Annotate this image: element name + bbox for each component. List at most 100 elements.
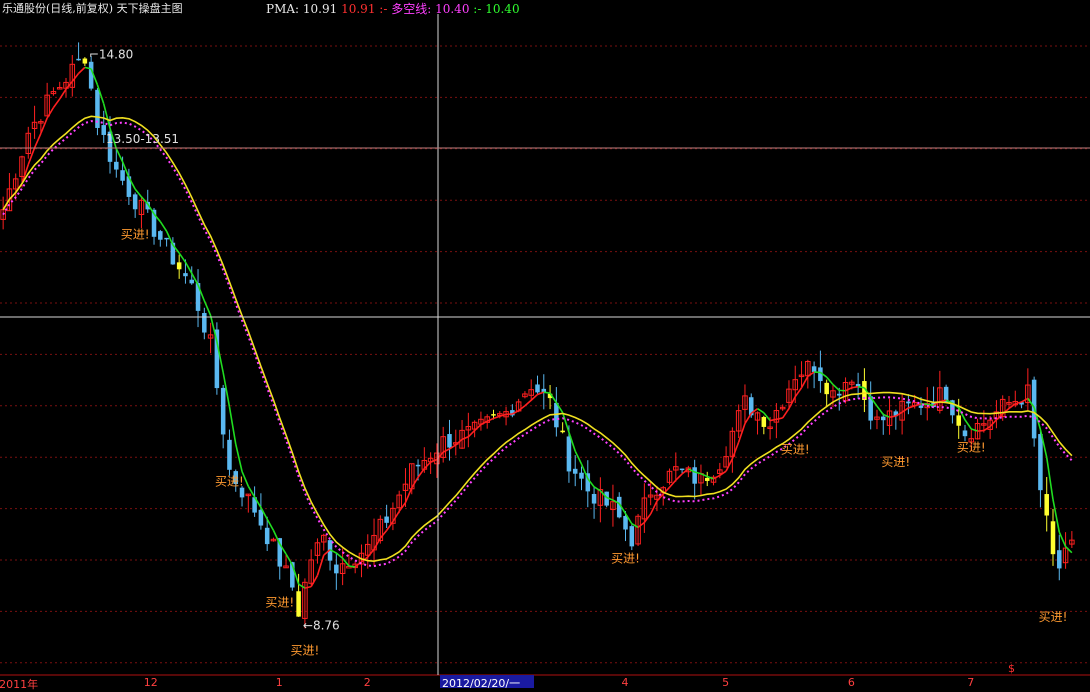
candle-body <box>680 469 685 471</box>
x-tick-label: 1 <box>276 676 283 689</box>
ma-short-segment <box>808 372 814 376</box>
candle-body <box>158 231 163 240</box>
duokong-label: 多空线: <box>391 0 431 17</box>
candle-body <box>956 415 961 425</box>
green-value: 10.40 <box>485 2 519 16</box>
buy-signal-label: 买进! <box>290 644 319 658</box>
candle-body <box>384 517 389 523</box>
separator-2: :- <box>473 2 481 16</box>
ma-short-segment <box>349 566 355 567</box>
ma-short-segment <box>160 222 166 232</box>
ma-short-segment <box>374 538 380 549</box>
ma-short-segment <box>538 392 544 394</box>
buy-signal-label: 买进! <box>881 455 910 469</box>
ma-long-line <box>3 116 1072 561</box>
ma-short-segment <box>424 462 430 468</box>
candle-body <box>567 436 572 471</box>
ma-short-segment <box>299 584 305 588</box>
ma-short-segment <box>732 442 738 459</box>
x-tick-label: 2 <box>364 676 371 689</box>
candle-body <box>265 528 270 544</box>
ma-short-segment <box>795 388 801 397</box>
x-tick-label: 4 <box>622 676 629 689</box>
ma-short-segment <box>229 407 235 444</box>
ma-short-segment <box>776 418 782 419</box>
candle-body <box>1044 494 1049 515</box>
pma-label: PMA: <box>266 2 299 16</box>
x-tick-label: 5 <box>722 676 729 689</box>
candle-body <box>227 440 232 470</box>
ma-short-segment <box>670 480 676 487</box>
candle-body <box>623 516 628 530</box>
ma-short-segment <box>739 424 745 442</box>
buy-signal-label: 买进! <box>781 442 810 456</box>
candle-body <box>824 383 829 394</box>
ma-short-segment <box>475 425 481 431</box>
ma-short-segment <box>493 416 499 418</box>
price-annotations: ⌐14.80←8.7613.50-13.51 <box>89 48 340 633</box>
ma-short-segment <box>1047 457 1053 499</box>
ma-short-segment <box>343 558 349 566</box>
ma-short-segment <box>544 392 550 393</box>
ma-short-segment <box>644 514 650 523</box>
candle-body <box>1051 521 1056 554</box>
ma-short-segment <box>594 487 600 491</box>
ma-short-segment <box>443 449 449 452</box>
ma-short-segment <box>317 555 323 575</box>
ma-short-segment <box>500 414 506 416</box>
dollar-marker: $ <box>1008 662 1015 675</box>
ma-short-segment <box>72 73 78 81</box>
buy-signal-label: 买进! <box>215 474 244 488</box>
candle-body <box>202 313 207 333</box>
price-chart: 买进!买进!买进!买进!买进!买进!买进!买进!买进! ⌐14.80←8.761… <box>0 0 1090 688</box>
candle-body <box>491 414 496 416</box>
ma-short-segment <box>336 553 342 558</box>
ma-short-segment <box>487 418 493 421</box>
ma-short-segment <box>116 149 122 162</box>
ma-short-segment <box>462 437 468 440</box>
ma-short-segment <box>525 400 531 405</box>
ma-short-segment <box>1022 398 1028 402</box>
ma-short-segment <box>758 409 764 413</box>
candle-body <box>164 238 169 240</box>
candle-body <box>919 406 924 408</box>
candle-body <box>762 417 767 427</box>
ma-short-segment <box>701 474 707 477</box>
candle-body <box>114 162 119 170</box>
ma-short-segment <box>47 108 53 118</box>
candle-body <box>177 262 182 269</box>
ma-short-segment <box>387 522 393 531</box>
ma-short-segment <box>971 429 977 431</box>
candle-body <box>189 280 194 284</box>
buy-signal-label: 买进! <box>1039 610 1068 624</box>
ma-short-segment <box>28 148 34 165</box>
ma-short-segment <box>418 469 424 478</box>
pma-value: 10.91 <box>303 2 337 16</box>
ma-short-segment <box>1059 532 1065 546</box>
candle-body <box>573 469 578 474</box>
buy-signal-label: 买进! <box>957 440 986 454</box>
high-price-label: ⌐14.80 <box>89 48 133 62</box>
separator-1: :- <box>379 2 387 16</box>
ma-short-segment <box>311 575 317 586</box>
ma-short-segment <box>431 459 437 462</box>
ma-short-segment <box>79 67 85 73</box>
buy-signals: 买进!买进!买进!买进!买进!买进!买进!买进!买进! <box>121 228 1068 658</box>
candle-body <box>183 273 188 276</box>
candle-body <box>1038 434 1043 490</box>
candle-body <box>133 194 138 209</box>
buy-signal-label: 买进! <box>611 552 640 566</box>
candle-body <box>560 431 565 433</box>
candle-body <box>334 565 339 574</box>
ma-short-segment <box>286 554 292 565</box>
ma-short-segment <box>179 253 185 262</box>
duokong-value: 10.40 <box>435 2 469 16</box>
candle-body <box>837 394 842 396</box>
candle-body <box>120 170 125 181</box>
chart-title: 乐通股份(日线,前复权) 天下操盘主图 <box>2 0 183 14</box>
ma-short-segment <box>393 511 399 521</box>
ma-short-segment <box>185 262 191 273</box>
ma-short-segment <box>877 406 883 414</box>
cursor-date-label: 2012/02/20/一 <box>440 675 534 688</box>
candle-body <box>240 488 245 498</box>
